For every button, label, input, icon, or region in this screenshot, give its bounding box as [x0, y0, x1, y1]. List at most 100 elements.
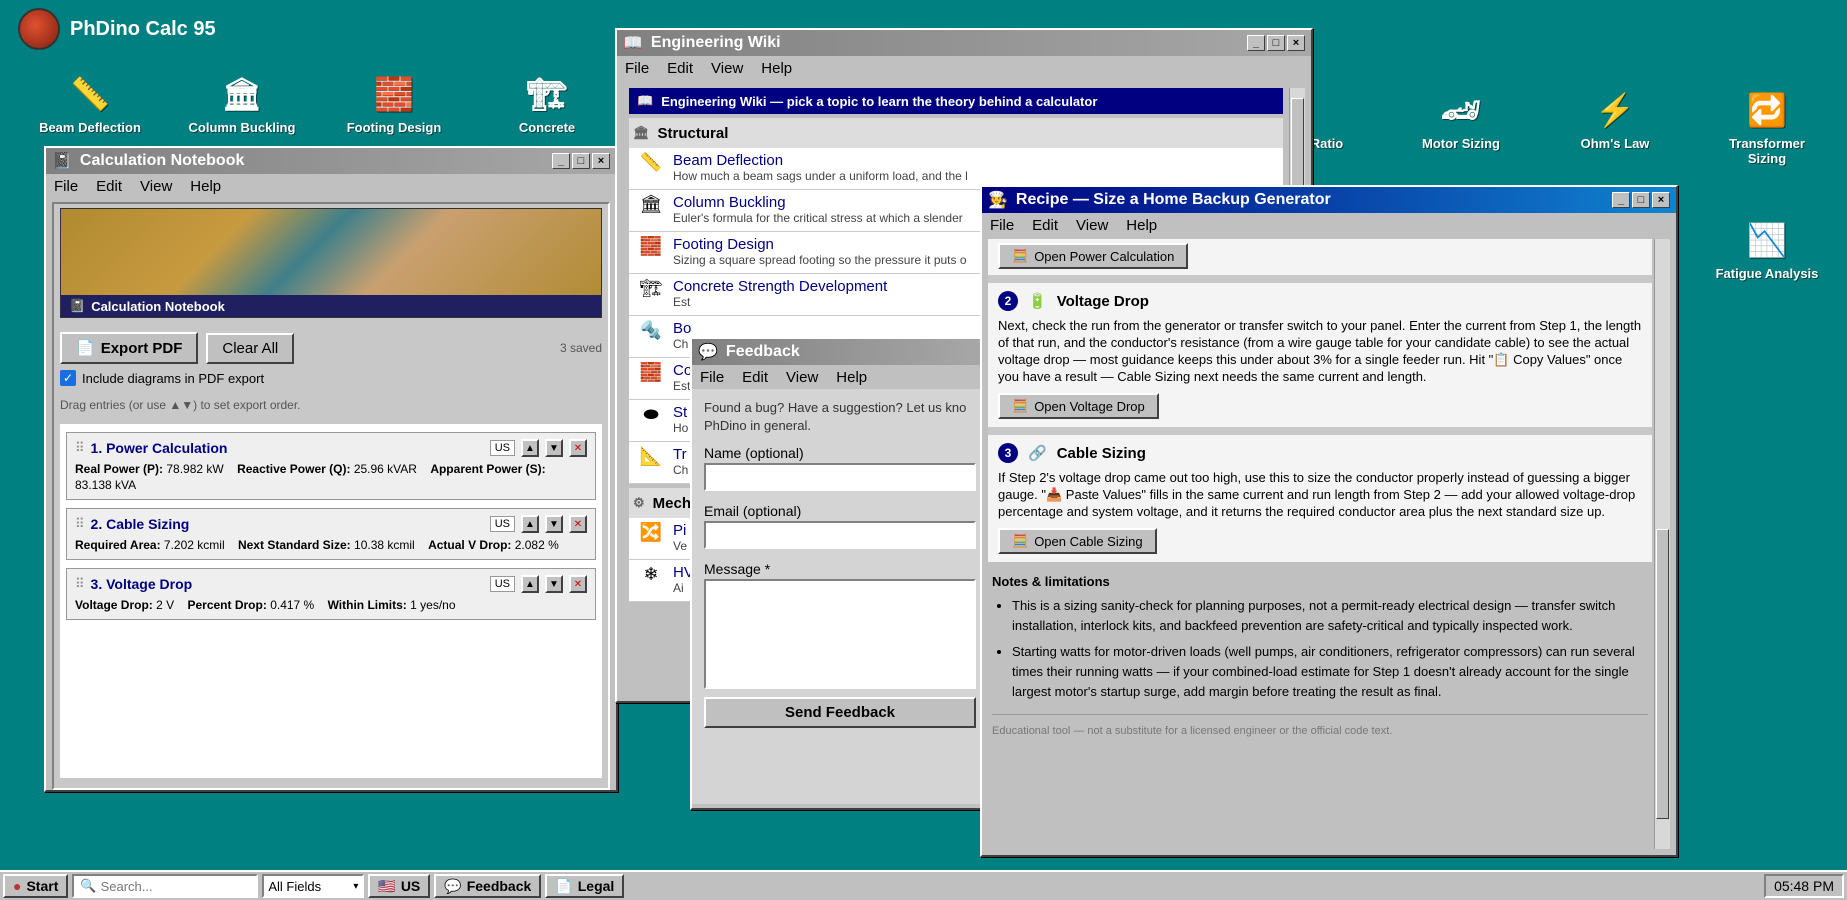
desktop-icon-column-buckling[interactable]: 🏛 Column Buckling — [187, 72, 297, 135]
menu-view[interactable]: View — [140, 178, 172, 195]
menu-help[interactable]: Help — [1126, 217, 1157, 234]
drag-handle-icon[interactable]: ⠿ — [75, 516, 85, 532]
message-field[interactable] — [704, 579, 976, 689]
book-icon: 📖 — [637, 93, 654, 108]
desktop-icon-footing-design[interactable]: 🧱 Footing Design — [339, 72, 449, 135]
speech-bubble-icon: 💬 — [698, 344, 718, 361]
order-hint: Drag entries (or use ▲▼) to set export o… — [60, 398, 301, 412]
notebook-icon: 📓 — [52, 153, 72, 170]
lightning-icon: ⚡ — [1595, 92, 1635, 128]
name-field[interactable] — [704, 463, 976, 491]
desktop-icon-beam-deflection[interactable]: 📏 Beam Deflection — [35, 72, 145, 135]
close-button[interactable]: × — [1652, 192, 1670, 208]
menu-edit[interactable]: Edit — [742, 369, 768, 386]
document-icon: 📄 — [555, 877, 573, 894]
email-field[interactable] — [704, 521, 976, 549]
menu-bar: File Edit View Help — [46, 174, 616, 198]
unit-badge: US — [489, 576, 515, 592]
feedback-window: 💬 Feedback File Edit View Help Found a b… — [690, 337, 990, 810]
notebook-entry[interactable]: ⠿ 3. Voltage Drop US ▲ ▼ ✕ Voltage Drop:… — [66, 568, 596, 620]
scroll-thumb[interactable] — [1656, 529, 1669, 819]
feedback-titlebar[interactable]: 💬 Feedback — [692, 339, 988, 365]
menu-bar: File Edit View Help — [692, 365, 988, 389]
include-diagrams-checkbox[interactable]: ✓ — [60, 370, 76, 386]
menu-file[interactable]: File — [700, 369, 724, 386]
move-down-button[interactable]: ▼ — [545, 575, 563, 593]
open-voltage-drop-button[interactable]: 🧮 Open Voltage Drop — [998, 393, 1159, 419]
desktop-icon-transformer-sizing[interactable]: 🔁 Transformer Sizing — [1712, 88, 1822, 166]
move-down-button[interactable]: ▼ — [545, 515, 563, 533]
menu-help[interactable]: Help — [836, 369, 867, 386]
notebook-titlebar[interactable]: 📓 Calculation Notebook _ □ × — [46, 148, 616, 174]
menu-edit[interactable]: Edit — [667, 60, 693, 77]
open-power-calculation-button[interactable]: 🧮 Open Power Calculation — [998, 243, 1189, 269]
move-up-button[interactable]: ▲ — [521, 439, 539, 457]
menu-file[interactable]: File — [54, 178, 78, 195]
desktop-icon-motor-sizing[interactable]: 🏎 Motor Sizing — [1406, 88, 1516, 151]
brick-icon: 🧱 — [639, 236, 663, 256]
message-label: Message * — [704, 561, 771, 577]
notebook-entry[interactable]: ⠿ 2. Cable Sizing US ▲ ▼ ✕ Required Area… — [66, 508, 596, 560]
minimize-button[interactable]: _ — [1247, 35, 1265, 51]
notebook-entry[interactable]: ⠿ 1. Power Calculation US ▲ ▼ ✕ Real Pow… — [66, 432, 596, 500]
wiki-section-structural[interactable]: 🏛 Structural — [629, 118, 1283, 148]
menu-file[interactable]: File — [990, 217, 1014, 234]
menu-help[interactable]: Help — [190, 178, 221, 195]
units-toggle-button[interactable]: 🇺🇸 US — [368, 874, 431, 898]
move-down-button[interactable]: ▼ — [545, 439, 563, 457]
taskbar-feedback-button[interactable]: 💬 Feedback — [434, 874, 542, 898]
menu-edit[interactable]: Edit — [1032, 217, 1058, 234]
desktop-icon-fatigue-analysis[interactable]: 📉 Fatigue Analysis — [1712, 218, 1822, 281]
maximize-button[interactable]: □ — [1267, 35, 1285, 51]
brick-icon: 🧱 — [374, 76, 414, 112]
close-button[interactable]: × — [1287, 35, 1305, 51]
saved-count: 3 saved — [559, 341, 602, 355]
menu-edit[interactable]: Edit — [96, 178, 122, 195]
taskbar-search-input[interactable]: 🔍 Search... — [72, 874, 259, 898]
speech-bubble-icon: 💬 — [444, 877, 462, 894]
clear-all-button[interactable]: Clear All — [206, 332, 295, 364]
recipe-scrollbar[interactable] — [1654, 239, 1670, 849]
notes-section: Notes & limitations This is a sizing san… — [988, 562, 1652, 751]
notebook-entry-list: ⠿ 1. Power Calculation US ▲ ▼ ✕ Real Pow… — [60, 424, 602, 778]
crane-icon: 🏗 — [526, 76, 568, 112]
column-icon: 🏛 — [221, 76, 263, 112]
wiki-topic[interactable]: 📏 Beam Deflection How much a beam sags und… — [629, 148, 1283, 190]
clock: 05:48 PM — [1764, 874, 1844, 898]
legal-button[interactable]: 📄 Legal — [545, 874, 625, 898]
wall-icon: 🧱 — [639, 362, 663, 382]
move-up-button[interactable]: ▲ — [521, 575, 539, 593]
ruler-icon: 📏 — [70, 76, 110, 112]
maximize-button[interactable]: □ — [1632, 192, 1650, 208]
notebook-window: 📓 Calculation Notebook _ □ × File Edit Vie… — [44, 146, 618, 792]
desktop-icon-concrete[interactable]: 🏗 Concrete — [492, 72, 602, 135]
start-button[interactable]: ● Start — [3, 874, 69, 898]
field-filter-select[interactable]: All Fields ▾ — [262, 874, 365, 898]
move-up-button[interactable]: ▲ — [521, 515, 539, 533]
desktop-title: PhDino Calc 95 — [18, 8, 216, 50]
desktop-icon-ohms-law[interactable]: ⚡ Ohm's Law — [1560, 88, 1670, 151]
menu-view[interactable]: View — [786, 369, 818, 386]
ruler-icon: 📏 — [639, 152, 663, 172]
maximize-button[interactable]: □ — [572, 153, 590, 169]
menu-view[interactable]: View — [1076, 217, 1108, 234]
delete-entry-button[interactable]: ✕ — [569, 439, 587, 457]
minimize-button[interactable]: _ — [552, 153, 570, 169]
menu-help[interactable]: Help — [761, 60, 792, 77]
drag-handle-icon[interactable]: ⠿ — [75, 576, 85, 592]
menu-file[interactable]: File — [625, 60, 649, 77]
close-button[interactable]: × — [592, 153, 610, 169]
book-icon: 📖 — [623, 35, 643, 52]
delete-entry-button[interactable]: ✕ — [569, 575, 587, 593]
drag-handle-icon[interactable]: ⠿ — [75, 440, 85, 456]
recipe-titlebar[interactable]: 🧑‍🍳 Recipe — Size a Home Backup Generato… — [982, 187, 1676, 213]
send-feedback-button[interactable]: Send Feedback — [704, 697, 976, 728]
minimize-button[interactable]: _ — [1612, 192, 1630, 208]
wiki-titlebar[interactable]: 📖 Engineering Wiki _ □ × — [617, 30, 1311, 56]
open-cable-sizing-button[interactable]: 🧮 Open Cable Sizing — [998, 528, 1157, 554]
menu-view[interactable]: View — [711, 60, 743, 77]
export-pdf-button[interactable]: 📄 Export PDF — [60, 332, 199, 364]
search-icon: 🔍 — [80, 878, 97, 893]
delete-entry-button[interactable]: ✕ — [569, 515, 587, 533]
chevron-down-icon: ▾ — [353, 880, 359, 892]
